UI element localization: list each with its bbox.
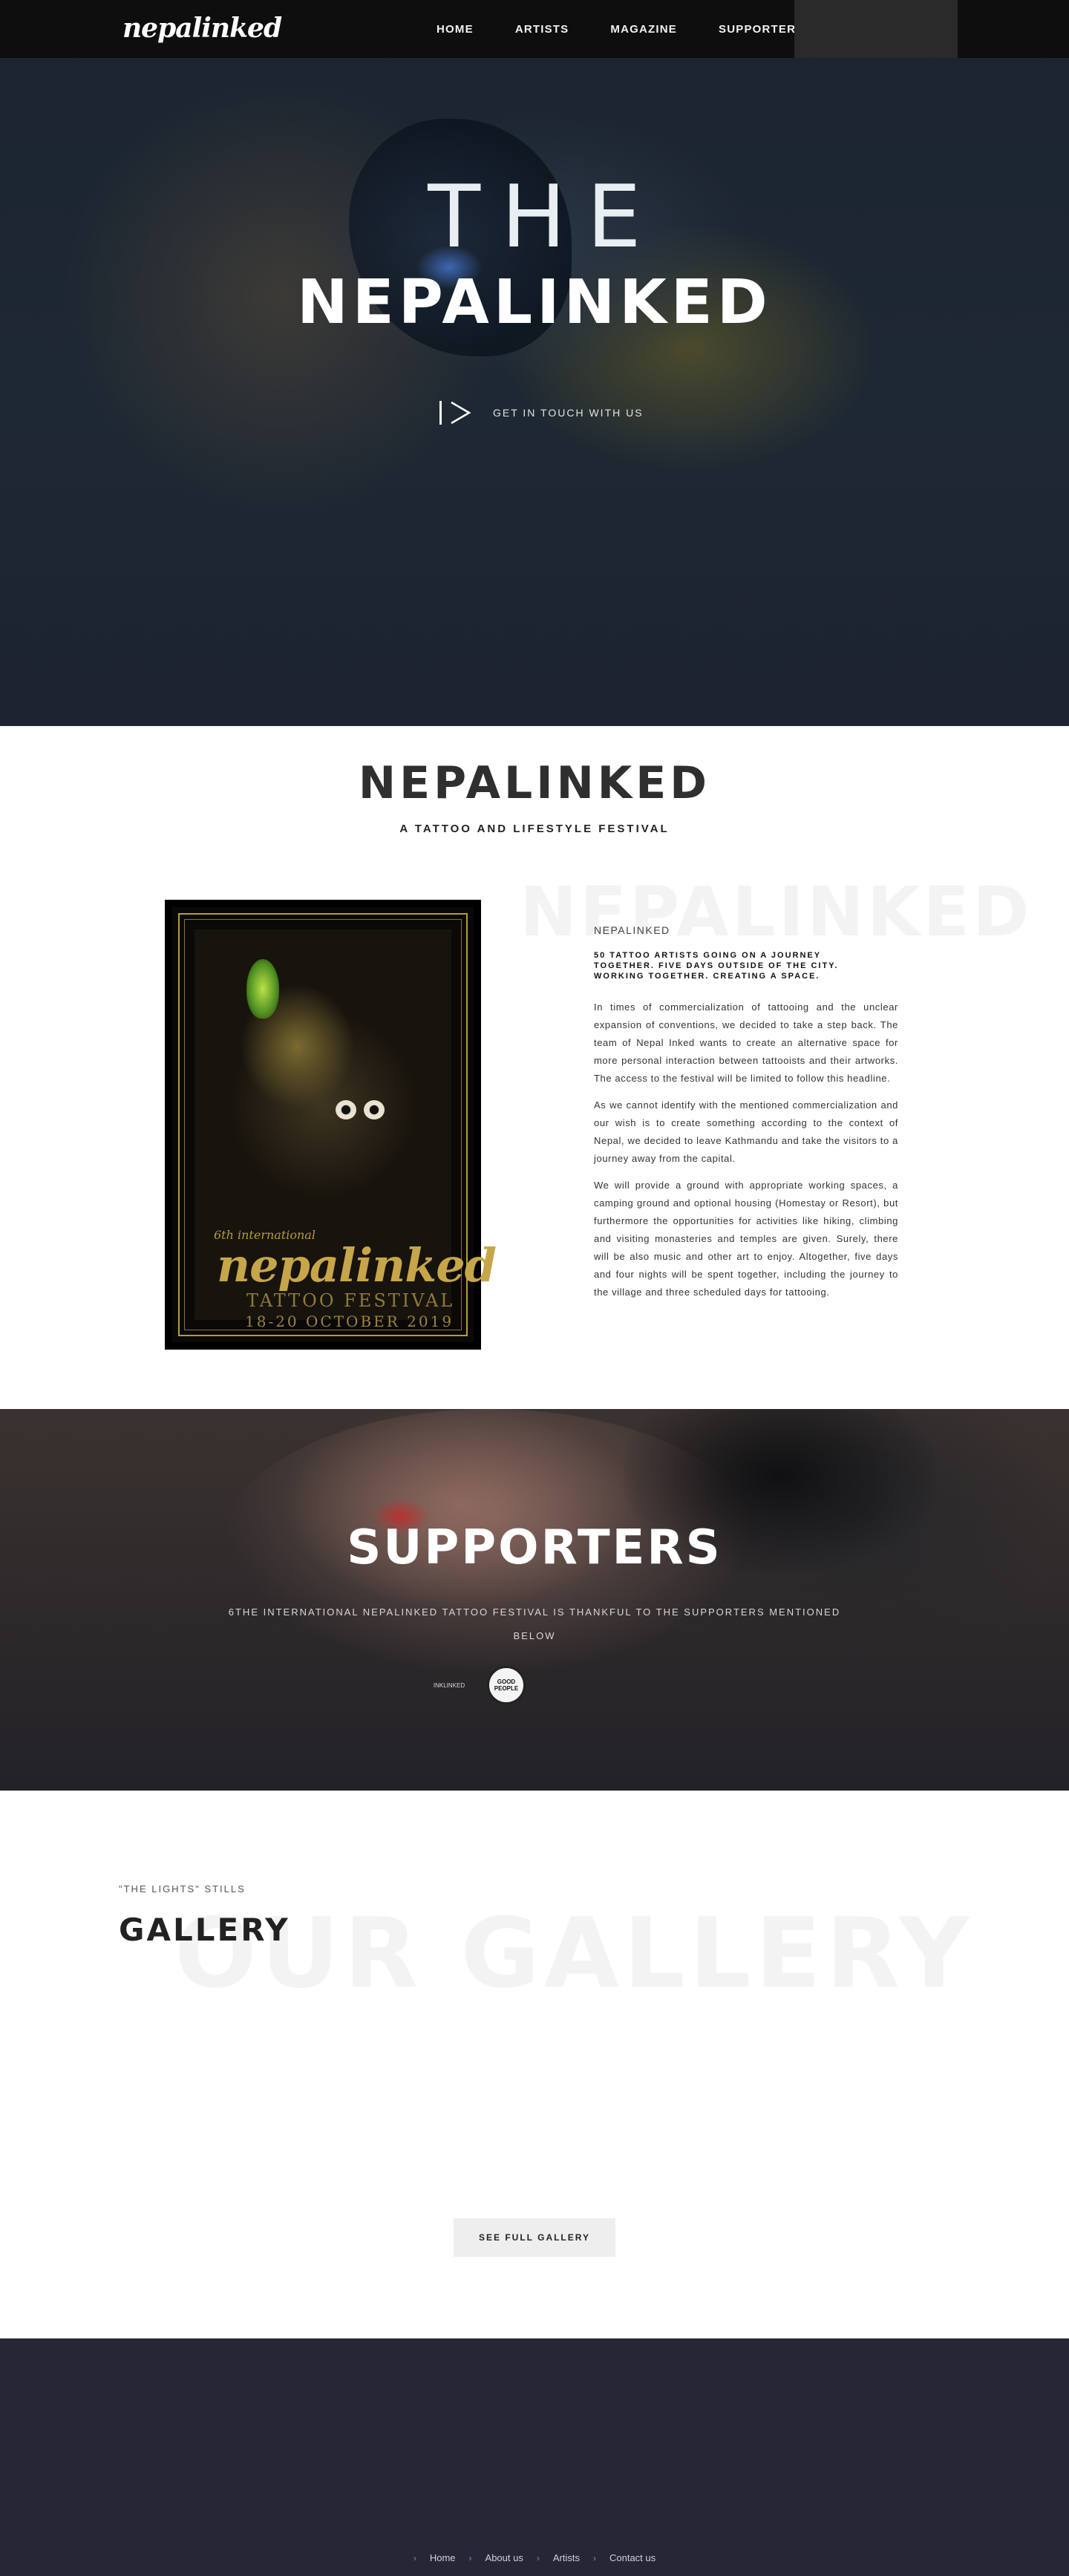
supporter-logo-label: GOOD PEOPLE	[494, 1678, 519, 1692]
poster-flame	[246, 959, 279, 1019]
footer-link-label: Artists	[552, 2552, 580, 2563]
nav-item-home[interactable]: HOME	[416, 23, 494, 36]
festival-poster: 6th international nepalinked TATTOO FEST…	[165, 900, 497, 1350]
footer-nav: › Home › About us › Artists › Contact us	[0, 2552, 1069, 2563]
nav-item-artists[interactable]: ARTISTS	[494, 23, 590, 36]
chevron-right-icon: ›	[413, 2552, 416, 2563]
get-in-touch-button[interactable]: GET IN TOUCH WITH US	[439, 399, 644, 426]
footer-link-label: Home	[429, 2552, 456, 2563]
about-paragraph: In times of commercialization of tattooi…	[594, 1001, 898, 1084]
play-icon	[439, 399, 478, 426]
main-menu: HOME ARTISTS MAGAZINE SUPPORTERS	[416, 0, 825, 58]
about-subtitle: A TATTOO AND LIFESTYLE FESTIVAL	[399, 823, 670, 835]
footer-link-label: Contact us	[609, 2552, 656, 2563]
footer-link-artists[interactable]: › Artists	[537, 2552, 580, 2563]
about-lead: 50 TATTOO ARTISTS GOING ON A JOURNEY TOG…	[594, 951, 839, 981]
footer-link-contact[interactable]: › Contact us	[593, 2552, 656, 2563]
poster-date: 18-20 OCTOBER 2019	[245, 1312, 454, 1330]
footer: › Home › About us › Artists › Contact us	[0, 2338, 1069, 2576]
nav-item-magazine[interactable]: MAGAZINE	[589, 23, 698, 36]
gallery-kicker: "THE LIGHTS" STILLS	[119, 1883, 246, 1895]
chevron-right-icon: ›	[592, 2552, 596, 2563]
top-navbar: nepalinked HOME ARTISTS MAGAZINE SUPPORT…	[0, 0, 1069, 58]
gallery-title: GALLERY	[119, 1912, 290, 1948]
hero-the: THE	[428, 167, 662, 267]
footer-link-home[interactable]: › Home	[413, 2552, 456, 2563]
about-paragraph: As we cannot identify with the mentioned…	[594, 1099, 898, 1164]
chevron-right-icon: ›	[468, 2552, 472, 2563]
about-label: NEPALINKED	[594, 924, 670, 936]
supporter-logo-inklinked[interactable]: INKLINKED	[429, 1670, 469, 1701]
gallery-background-word: OUR GALLERY	[174, 1897, 974, 2010]
footer-link-about[interactable]: › About us	[469, 2552, 523, 2563]
supporter-logos: INKLINKED GOOD PEOPLE	[429, 1666, 526, 1704]
get-in-touch-label: GET IN TOUCH WITH US	[493, 407, 644, 419]
see-full-gallery-button[interactable]: SEE FULL GALLERY	[454, 2218, 615, 2257]
chevron-right-icon: ›	[536, 2552, 540, 2563]
about-paragraph: We will provide a ground with appropriat…	[594, 1180, 898, 1298]
footer-link-label: About us	[485, 2552, 523, 2563]
supporters-text: 6THE INTERNATIONAL NEPALINKED TATTOO FES…	[228, 1606, 841, 1641]
site-logo[interactable]: nepalinked	[122, 10, 282, 46]
nav-extra-block	[794, 0, 958, 58]
poster-eyes	[336, 1100, 395, 1122]
supporters-section: SUPPORTERS 6THE INTERNATIONAL NEPALINKED…	[0, 1409, 1069, 1791]
poster-event: TATTOO FESTIVAL	[246, 1290, 455, 1311]
poster-eye	[364, 1100, 385, 1119]
supporter-logo-goodpeople[interactable]: GOOD PEOPLE	[487, 1666, 526, 1704]
hero-title: NEPALINKED	[297, 267, 772, 338]
about-background-word: NEPALINKED	[520, 872, 1033, 952]
poster-brand: nepalinked	[217, 1238, 497, 1292]
about-title: NEPALINKED	[358, 757, 711, 809]
supporters-title: SUPPORTERS	[347, 1520, 722, 1575]
poster-eye	[336, 1100, 356, 1119]
supporter-logo-label: INKLINKED	[433, 1681, 465, 1689]
about-body: In times of commercialization of tattooi…	[594, 998, 898, 1310]
hero-section: THE NEPALINKED GET IN TOUCH WITH US	[0, 0, 1069, 726]
